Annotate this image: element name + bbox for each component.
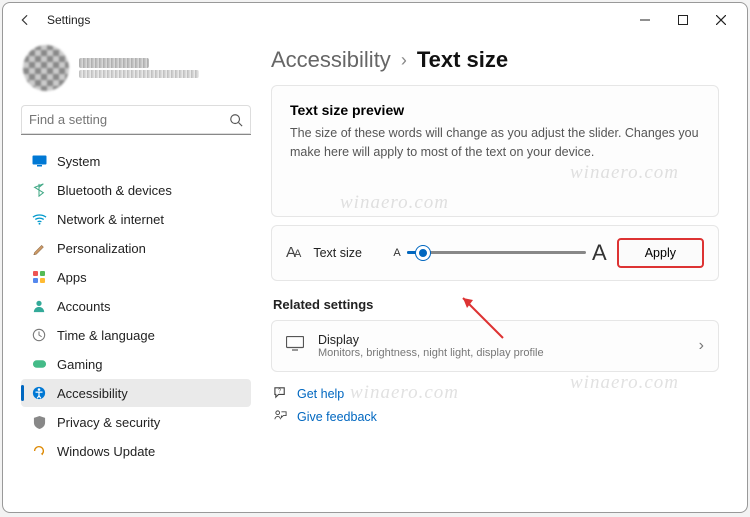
sidebar-item-label: Network & internet bbox=[57, 212, 164, 227]
sidebar-item-update[interactable]: Windows Update bbox=[21, 437, 251, 465]
sidebar-item-label: Windows Update bbox=[57, 444, 155, 459]
search-icon bbox=[229, 113, 243, 127]
help-icon: ? bbox=[273, 386, 289, 403]
help-label: Get help bbox=[297, 387, 344, 401]
slider-min-icon: A bbox=[393, 247, 400, 259]
profile-email bbox=[79, 70, 199, 78]
gaming-icon bbox=[31, 356, 47, 372]
text-size-slider[interactable] bbox=[407, 243, 586, 263]
text-size-preview-card: Text size preview The size of these word… bbox=[271, 85, 719, 217]
sidebar-item-label: Bluetooth & devices bbox=[57, 183, 172, 198]
sidebar-item-accounts[interactable]: Accounts bbox=[21, 292, 251, 320]
minimize-button[interactable] bbox=[627, 6, 663, 34]
sidebar-item-personalization[interactable]: Personalization bbox=[21, 234, 251, 262]
sidebar-item-label: Privacy & security bbox=[57, 415, 160, 430]
shield-icon bbox=[31, 414, 47, 430]
maximize-button[interactable] bbox=[665, 6, 701, 34]
sidebar-item-bluetooth[interactable]: Bluetooth & devices bbox=[21, 176, 251, 204]
accessibility-icon bbox=[31, 385, 47, 401]
slider-max-icon: A bbox=[592, 240, 607, 266]
sidebar-item-label: Accounts bbox=[57, 299, 110, 314]
display-subtitle: Monitors, brightness, night light, displ… bbox=[318, 347, 544, 359]
sidebar-item-gaming[interactable]: Gaming bbox=[21, 350, 251, 378]
window-title: Settings bbox=[47, 13, 90, 27]
profile-name bbox=[79, 58, 149, 68]
sidebar-item-privacy[interactable]: Privacy & security bbox=[21, 408, 251, 436]
display-settings-card[interactable]: Display Monitors, brightness, night ligh… bbox=[271, 320, 719, 372]
get-help-link[interactable]: ? Get help bbox=[273, 386, 719, 403]
apply-button[interactable]: Apply bbox=[617, 238, 704, 268]
clock-icon bbox=[31, 327, 47, 343]
feedback-label: Give feedback bbox=[297, 410, 377, 424]
slider-label: Text size bbox=[313, 246, 383, 260]
profile-block[interactable] bbox=[21, 41, 251, 101]
give-feedback-link[interactable]: Give feedback bbox=[273, 409, 719, 426]
sidebar-item-time[interactable]: Time & language bbox=[21, 321, 251, 349]
chevron-right-icon: › bbox=[699, 337, 704, 355]
related-settings-title: Related settings bbox=[273, 297, 719, 312]
system-icon bbox=[31, 153, 47, 169]
bluetooth-icon bbox=[31, 182, 47, 198]
preview-title: Text size preview bbox=[290, 102, 700, 118]
sidebar-item-label: Gaming bbox=[57, 357, 103, 372]
apps-icon bbox=[31, 269, 47, 285]
close-button[interactable] bbox=[703, 6, 739, 34]
sidebar-item-label: System bbox=[57, 154, 100, 169]
feedback-icon bbox=[273, 409, 289, 426]
breadcrumb: Accessibility › Text size bbox=[271, 47, 719, 73]
sidebar-item-network[interactable]: Network & internet bbox=[21, 205, 251, 233]
preview-body: The size of these words will change as y… bbox=[290, 124, 700, 162]
search-box[interactable] bbox=[21, 105, 251, 135]
text-size-icon: AA bbox=[286, 244, 299, 261]
sidebar-item-label: Time & language bbox=[57, 328, 155, 343]
avatar bbox=[23, 45, 69, 91]
sidebar-item-label: Accessibility bbox=[57, 386, 128, 401]
display-icon bbox=[286, 336, 304, 356]
chevron-right-icon: › bbox=[401, 50, 407, 71]
svg-text:?: ? bbox=[278, 388, 281, 394]
display-title: Display bbox=[318, 333, 544, 347]
accounts-icon bbox=[31, 298, 47, 314]
page-title: Text size bbox=[417, 47, 508, 73]
slider-thumb[interactable] bbox=[416, 246, 430, 260]
breadcrumb-parent[interactable]: Accessibility bbox=[271, 47, 391, 73]
sidebar-item-label: Personalization bbox=[57, 241, 146, 256]
sidebar-item-accessibility[interactable]: Accessibility bbox=[21, 379, 251, 407]
search-input[interactable] bbox=[29, 112, 229, 127]
back-button[interactable] bbox=[11, 6, 39, 34]
text-size-slider-card: AA Text size A A Apply bbox=[271, 225, 719, 281]
sidebar-item-label: Apps bbox=[57, 270, 87, 285]
update-icon bbox=[31, 443, 47, 459]
paint-icon bbox=[31, 240, 47, 256]
sidebar-item-apps[interactable]: Apps bbox=[21, 263, 251, 291]
sidebar-item-system[interactable]: System bbox=[21, 147, 251, 175]
wifi-icon bbox=[31, 211, 47, 227]
